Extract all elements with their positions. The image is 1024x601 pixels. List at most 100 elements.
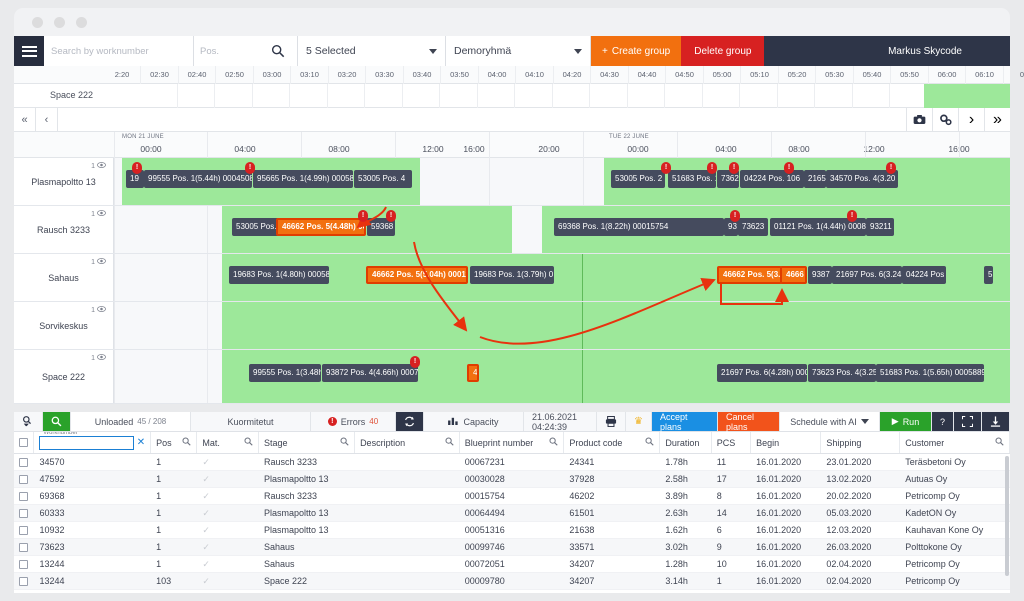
chevron-right-icon[interactable]: › [958, 108, 984, 131]
group-select[interactable]: Demoryhmä [446, 36, 591, 66]
camera-icon[interactable] [906, 108, 932, 131]
chevron-double-right-icon[interactable]: » [984, 108, 1010, 131]
gantt-task-error-badge[interactable]: ! [730, 210, 740, 222]
tab-capacity[interactable]: Capacity [424, 412, 524, 431]
gantt-task-bar[interactable]: 21697 Pos. 6(3.24 [832, 266, 902, 284]
table-scrollbar[interactable] [1005, 456, 1009, 576]
capacity-cell[interactable] [553, 84, 591, 108]
gantt-resource-header[interactable]: 1Space 222 [14, 350, 114, 403]
row-checkbox[interactable] [14, 522, 34, 538]
eye-icon[interactable] [97, 258, 106, 266]
chevron-double-left-icon[interactable]: « [14, 108, 36, 131]
gantt-resource-header[interactable]: 1Plasmapoltto 13 [14, 158, 114, 205]
gantt-task-error-badge[interactable]: ! [784, 162, 794, 174]
gantt-task-error-badge[interactable]: ! [410, 356, 420, 368]
crown-icon[interactable]: ♛ [626, 412, 652, 431]
capacity-cell[interactable] [328, 84, 366, 108]
gantt-task-bar[interactable]: 53005 Pos. 4 [232, 218, 282, 236]
capacity-cell[interactable] [628, 84, 666, 108]
tab-errors[interactable]: ! Errors 40 [311, 412, 396, 431]
table-row[interactable]: 132441✓Sahaus00072051342071.28h1016.01.2… [14, 556, 1010, 573]
window-close-dot[interactable] [32, 17, 43, 28]
row-checkbox[interactable] [14, 454, 34, 470]
table-row[interactable]: 603331✓Plasmapoltto 1300064494615012.63h… [14, 505, 1010, 522]
gantt-task-bar[interactable]: 73623 Pos. 4(3.25 [808, 364, 876, 382]
table-column-header[interactable]: Product code [564, 432, 660, 453]
row-checkbox[interactable] [14, 556, 34, 572]
capacity-cell[interactable] [178, 84, 216, 108]
filter-search-icon[interactable] [14, 412, 43, 431]
gantt-task-error-badge[interactable]: ! [886, 162, 896, 174]
search-icon[interactable] [43, 412, 71, 431]
gantt-task-bar[interactable]: 99555 Pos. 1(5.44h) 00045082 [144, 170, 252, 188]
gantt-task-bar[interactable]: 99555 Pos. 1(3.48h [249, 364, 321, 382]
gantt-resource-header[interactable]: 1Rausch 3233 [14, 206, 114, 253]
gantt-task-bar[interactable]: 46662 Pos. 5(4.48h) 000 [276, 218, 366, 236]
table-column-header[interactable]: Description [355, 432, 460, 453]
gantt-task-error-badge[interactable]: ! [132, 162, 142, 174]
gantt-task-bar[interactable]: 93872 Pos. 4(4.66h) 0007( [322, 364, 418, 382]
table-column-header[interactable]: Blueprint number [460, 432, 565, 453]
capacity-cell[interactable] [440, 84, 478, 108]
column-search-icon[interactable] [182, 437, 191, 448]
gantt-task-bar[interactable]: 93211 [866, 218, 894, 236]
table-column-header[interactable]: Begin [751, 432, 821, 453]
gantt-task-error-badge[interactable]: ! [707, 162, 717, 174]
table-row[interactable]: 345701✓Rausch 323300067231243411.78h1116… [14, 454, 1010, 471]
gantt-task-bar[interactable]: 95665 Pos. 1(4.99h) 000587 [253, 170, 353, 188]
select-all-checkbox[interactable] [14, 432, 34, 453]
schedule-mode-select[interactable]: Schedule with AI [780, 412, 880, 431]
table-column-header[interactable]: Stage [259, 432, 355, 453]
window-maximize-dot[interactable] [76, 17, 87, 28]
row-checkbox[interactable] [14, 590, 34, 593]
gantt-task-bar[interactable]: 46662 Pos. 5(3.0 [717, 266, 782, 284]
row-checkbox[interactable] [14, 471, 34, 487]
create-group-button[interactable]: + Create group [591, 36, 681, 66]
column-search-icon[interactable] [995, 437, 1004, 448]
accept-plans-button[interactable]: Accept plans [652, 412, 718, 431]
capacity-cell[interactable] [253, 84, 291, 108]
capacity-cell[interactable] [815, 84, 853, 108]
resource-select[interactable]: 5 Selected [298, 36, 446, 66]
gears-icon[interactable] [932, 108, 958, 131]
worknumber-input[interactable] [39, 436, 133, 450]
table-row[interactable]: 477311✓Rausch 323300024211528004.36h1916… [14, 590, 1010, 593]
tab-unloaded[interactable]: Unloaded 45 / 208 [71, 412, 191, 431]
row-checkbox[interactable] [14, 573, 34, 589]
table-row[interactable]: 736231✓Sahaus00099746335713.02h916.01.20… [14, 539, 1010, 556]
gantt-task-bar[interactable]: 4666 [780, 266, 807, 284]
gantt-task-bar[interactable]: 5 [984, 266, 993, 284]
capacity-cell[interactable] [365, 84, 403, 108]
capacity-cell[interactable] [290, 84, 328, 108]
search-input[interactable] [51, 46, 186, 57]
gantt-task-bar[interactable]: 53005 Pos. 2 [611, 170, 665, 188]
chevron-left-icon[interactable]: ‹ [36, 108, 58, 131]
cancel-plans-button[interactable]: Cancel plans [718, 412, 780, 431]
capacity-cell[interactable] [140, 84, 178, 108]
table-row[interactable]: 693681✓Rausch 323300015754462023.89h816.… [14, 488, 1010, 505]
gantt-row-track[interactable]: 19!99555 Pos. 1(5.44h) 0004508295665 Pos… [114, 158, 1010, 205]
table-row[interactable]: 13244103✓Space 22200009780342073.14h116.… [14, 573, 1010, 590]
print-icon[interactable] [597, 412, 626, 431]
gantt-task-error-badge[interactable]: ! [358, 210, 368, 222]
table-row[interactable]: 475921✓Plasmapoltto 1300030028379282.58h… [14, 471, 1010, 488]
gantt-task-error-badge[interactable]: ! [386, 210, 396, 222]
capacity-cell[interactable] [478, 84, 516, 108]
eye-icon[interactable] [97, 306, 106, 314]
gantt-task-bar[interactable]: 19683 Pos. 1(3.79h) 0 [470, 266, 554, 284]
capacity-cell[interactable] [403, 84, 441, 108]
search-icon[interactable] [258, 36, 298, 66]
gantt-task-bar[interactable]: 46662 Pos. 5(5.04h) 000111 [366, 266, 468, 284]
gantt-task-bar[interactable]: 69368 Pos. 1(8.22h) 00015754 [554, 218, 724, 236]
column-search-icon[interactable] [340, 437, 349, 448]
gantt-resource-header[interactable]: 1Sorvikeskus [14, 302, 114, 349]
capacity-cell[interactable] [778, 84, 816, 108]
table-column-header[interactable]: Duration [660, 432, 711, 453]
gantt-row-track[interactable]: 53005 Pos. 446662 Pos. 5(4.48h) 000!5936… [114, 206, 1010, 253]
fullscreen-icon[interactable] [954, 412, 982, 431]
gantt-task-bar[interactable]: 04224 Pos. 106 [740, 170, 804, 188]
eye-icon[interactable] [97, 210, 106, 218]
gantt-row-track[interactable] [114, 302, 1010, 349]
eye-icon[interactable] [97, 354, 106, 362]
table-column-header[interactable]: Shipping [821, 432, 900, 453]
